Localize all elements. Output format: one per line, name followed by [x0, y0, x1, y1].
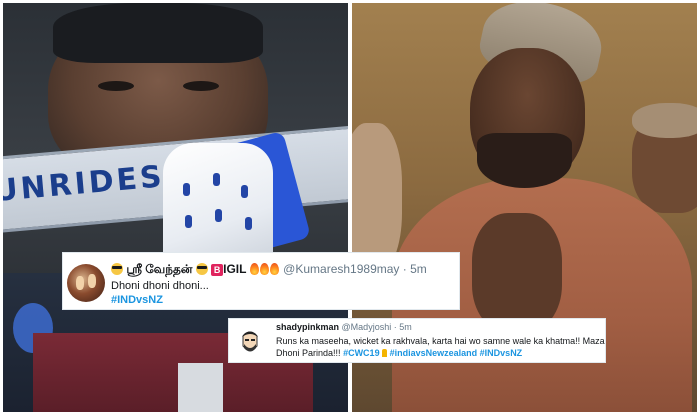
glove-dot	[185, 215, 192, 228]
fire-emoji-icon	[249, 263, 259, 275]
tweet-card-2[interactable]: shadypinkman @Madyjoshi · 5m Runs ka mas…	[228, 318, 606, 363]
hashtag-link[interactable]: #indiavsNewzealand	[390, 348, 478, 358]
player-hair	[53, 3, 263, 63]
hashtag-link[interactable]: #INDvsNZ	[111, 294, 163, 306]
avatar-figure	[76, 276, 84, 290]
tweet-text-line-2: Dhoni Parinda!!! #CWC19 #indiavsNewzeala…	[276, 348, 522, 358]
background-person-left	[352, 123, 402, 273]
tweet-header: ஸ்ரீ வேந்தன் B IGIL @Kumaresh1989may · 5m	[111, 262, 427, 278]
avatar-figure	[88, 274, 96, 288]
hashtag-link[interactable]: #CWC19	[343, 348, 380, 358]
display-name[interactable]: ஸ்ரீ வேந்தன்	[126, 262, 192, 276]
background-turban	[632, 103, 697, 138]
tweet-time[interactable]: 5m	[399, 322, 412, 332]
glove-dot	[245, 217, 252, 230]
player-eye-left	[98, 81, 134, 91]
separator-dot: ·	[393, 322, 397, 332]
glove-dot	[183, 183, 190, 196]
folded-hands	[472, 213, 562, 333]
player-eye-right	[183, 81, 219, 91]
b-badge-icon: B	[211, 264, 224, 276]
tweet-card-1[interactable]: ஸ்ரீ வேந்தன் B IGIL @Kumaresh1989may · 5m…	[62, 252, 460, 310]
tweet-header: shadypinkman @Madyjoshi · 5m	[276, 322, 412, 332]
display-name[interactable]: shadypinkman	[276, 322, 339, 332]
user-handle[interactable]: @Madyjoshi	[342, 322, 392, 332]
avatar-icon[interactable]	[67, 264, 105, 302]
tweet-text: Dhoni dhoni dhoni...	[111, 280, 209, 292]
man-beard	[477, 133, 572, 188]
tweet-text-plain: Dhoni Parinda!!!	[276, 348, 341, 358]
tweet-time[interactable]: 5m	[410, 262, 427, 276]
white-patch	[178, 363, 223, 412]
tweet-text-line-1: Runs ka maseeha, wicket ka rakhvala, kar…	[276, 336, 605, 346]
sunglasses-emoji-icon	[111, 263, 123, 275]
fire-emoji-icon	[259, 263, 269, 275]
brand-name[interactable]: IGIL	[223, 262, 246, 276]
separator-dot: ·	[402, 262, 407, 276]
hashtag-link[interactable]: #INDvsNZ	[480, 348, 523, 358]
fire-emoji-icon	[269, 263, 279, 275]
sunglasses-emoji-icon	[195, 263, 208, 275]
cartoon-face-icon	[242, 331, 258, 352]
user-handle[interactable]: @Kumaresh1989may	[283, 262, 399, 276]
glove-dot	[215, 209, 222, 222]
glove-dot	[213, 173, 220, 186]
glove-dot	[241, 185, 248, 198]
avatar-icon[interactable]	[235, 326, 265, 356]
trophy-emoji-icon	[382, 349, 388, 357]
